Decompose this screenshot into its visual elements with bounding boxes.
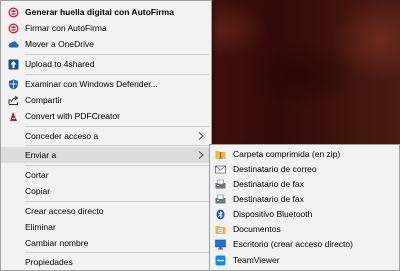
menu-separator xyxy=(25,201,209,202)
menu-separator xyxy=(25,126,209,127)
submenu-item-escritorio[interactable]: Escritorio (crear acceso directo) xyxy=(210,237,399,252)
fax-recipient-icon xyxy=(215,194,226,205)
menu-separator xyxy=(25,145,209,146)
menu-item-conceder-acceso[interactable]: Conceder acceso a xyxy=(1,128,211,144)
submenu-item-mail-recipient[interactable]: Destinatario de correo xyxy=(210,162,399,177)
menu-item-compartir[interactable]: Compartir xyxy=(1,92,211,108)
menu-item-generar-huella[interactable]: Generar huella digital con AutoFirma xyxy=(1,4,211,20)
menu-item-label: Compartir xyxy=(25,94,63,105)
documents-folder-icon xyxy=(215,224,226,235)
menu-separator xyxy=(25,54,209,55)
submenu-item-label: Dispositivo Bluetooth xyxy=(233,209,313,220)
menu-item-label: Cortar xyxy=(25,169,49,180)
pdfcreator-icon xyxy=(8,111,19,122)
windows-defender-icon xyxy=(8,79,19,90)
menu-item-enviar-a[interactable]: Enviar a xyxy=(1,147,211,163)
chevron-right-icon xyxy=(198,132,204,140)
menu-item-label: Copiar xyxy=(25,185,51,196)
submenu-item-label: Destinatario de fax xyxy=(233,194,304,205)
chevron-right-icon xyxy=(198,151,204,159)
onedrive-cloud-icon xyxy=(8,39,19,50)
menu-item-label: Eliminar xyxy=(25,221,56,232)
menu-item-label: Cambiar nombre xyxy=(25,237,89,248)
submenu-item-label: Documentos xyxy=(233,224,281,235)
menu-separator xyxy=(25,165,209,166)
submenu-item-fax-recipient[interactable]: Destinatario de fax xyxy=(210,177,399,192)
autofirma-icon xyxy=(8,23,19,34)
context-menu: Generar huella digital con AutoFirma Fir… xyxy=(0,0,212,271)
menu-item-copiar[interactable]: Copiar xyxy=(1,183,211,199)
bluetooth-icon xyxy=(215,209,226,220)
submenu-item-label: Destinatario de correo xyxy=(233,164,317,175)
menu-item-cambiar-nombre[interactable]: Cambiar nombre xyxy=(1,235,211,251)
menu-item-windows-defender[interactable]: Examinar con Windows Defender... xyxy=(1,76,211,92)
menu-item-label: Mover a OneDrive xyxy=(25,38,94,49)
submenu-item-label: Carpeta comprimida (en zip) xyxy=(233,149,341,160)
submenu-item-bluetooth[interactable]: Dispositivo Bluetooth xyxy=(210,207,399,222)
teamviewer-icon xyxy=(215,255,226,266)
menu-item-cortar[interactable]: Cortar xyxy=(1,167,211,183)
submenu-item-label: TeamViewer xyxy=(233,254,280,265)
menu-item-crear-acceso-directo[interactable]: Crear acceso directo xyxy=(1,203,211,219)
menu-item-label: Upload to 4shared xyxy=(25,58,95,69)
submenu-item-fax-recipient-2[interactable]: Destinatario de fax xyxy=(210,192,399,207)
menu-item-mover-onedrive[interactable]: Mover a OneDrive xyxy=(1,36,211,52)
menu-item-label: Enviar a xyxy=(25,149,57,160)
menu-item-label: Propiedades xyxy=(25,256,73,267)
fax-recipient-icon xyxy=(215,179,226,190)
submenu-item-zip-folder[interactable]: Carpeta comprimida (en zip) xyxy=(210,147,399,162)
menu-item-firmar-autofirma[interactable]: Firmar con AutoFirma xyxy=(1,20,211,36)
menu-item-label: Firmar con AutoFirma xyxy=(25,22,107,33)
menu-item-label: Generar huella digital con AutoFirma xyxy=(25,6,174,17)
menu-item-label: Convert with PDFCreator xyxy=(25,110,120,121)
share-icon xyxy=(8,95,19,106)
submenu-item-teamviewer[interactable]: TeamViewer xyxy=(210,252,399,268)
menu-item-label: Conceder acceso a xyxy=(25,130,99,141)
menu-item-label: Examinar con Windows Defender... xyxy=(25,78,158,89)
menu-separator xyxy=(25,74,209,75)
desktop-icon xyxy=(215,239,226,250)
4shared-icon xyxy=(8,59,19,70)
menu-item-propiedades[interactable]: Propiedades xyxy=(1,254,211,270)
send-to-submenu: Carpeta comprimida (en zip) Destinatario… xyxy=(209,144,400,271)
menu-item-label: Crear acceso directo xyxy=(25,205,104,216)
menu-item-convert-pdfcreator[interactable]: Convert with PDFCreator xyxy=(1,108,211,124)
autofirma-icon xyxy=(8,7,19,18)
submenu-item-label: Destinatario de fax xyxy=(233,179,304,190)
menu-item-upload-4shared[interactable]: Upload to 4shared xyxy=(1,56,211,72)
menu-item-eliminar[interactable]: Eliminar xyxy=(1,219,211,235)
submenu-item-documentos[interactable]: Documentos xyxy=(210,222,399,237)
zip-folder-icon xyxy=(215,149,226,160)
mail-recipient-icon xyxy=(215,164,226,175)
submenu-item-label: Escritorio (crear acceso directo) xyxy=(233,239,353,250)
menu-separator xyxy=(25,252,209,253)
